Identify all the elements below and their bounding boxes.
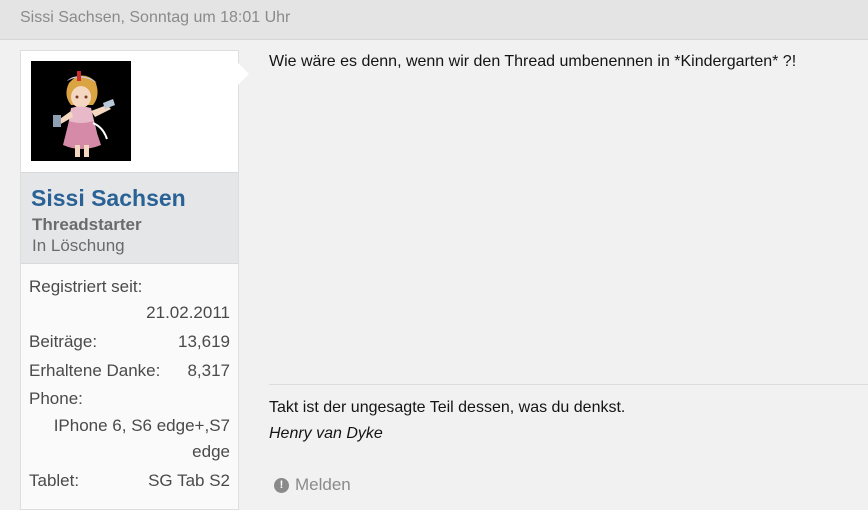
- sidebar-arrow: [237, 62, 249, 86]
- user-namebox: Sissi Sachsen Threadstarter In Löschung: [21, 172, 238, 264]
- phone-value-line2: edge: [192, 442, 230, 461]
- thanks-value: 8,317: [187, 361, 230, 380]
- user-status: In Löschung: [32, 236, 125, 255]
- report-button[interactable]: ! Melden: [274, 475, 351, 495]
- report-label: Melden: [295, 475, 351, 494]
- signature-author: Henry van Dyke: [269, 425, 383, 442]
- signature-divider: [269, 384, 868, 385]
- registered-label: Registriert seit:: [29, 277, 143, 296]
- tablet-value: SG Tab S2: [148, 471, 230, 490]
- posts-value[interactable]: 13,619: [178, 332, 230, 352]
- user-title: Threadstarter: [32, 215, 142, 234]
- user-sidebar: Sissi Sachsen Threadstarter In Löschung …: [20, 50, 239, 510]
- posts-label: Beiträge:: [29, 332, 98, 351]
- avatar[interactable]: [31, 61, 131, 161]
- post-date: Sissi Sachsen, Sonntag um 18:01 Uhr: [20, 9, 291, 26]
- post-message: Wie wäre es denn, wenn wir den Thread um…: [269, 53, 797, 70]
- phone-label: Phone:: [29, 389, 83, 408]
- avatar-image: [31, 61, 131, 161]
- thanks-label: Erhaltene Danke:: [29, 361, 161, 380]
- registered-value: 21.02.2011: [146, 303, 230, 322]
- avatar-container: [21, 51, 238, 172]
- signature-quote: Takt ist der ungesagte Teil dessen, was …: [269, 399, 626, 416]
- post-header: Sissi Sachsen, Sonntag um 18:01 Uhr: [0, 0, 868, 40]
- exclamation-circle-icon: !: [274, 477, 289, 493]
- phone-value-line1: IPhone 6, S6 edge+,S7: [53, 416, 230, 435]
- tablet-label: Tablet:: [29, 471, 80, 490]
- username-link[interactable]: Sissi Sachsen: [31, 185, 186, 212]
